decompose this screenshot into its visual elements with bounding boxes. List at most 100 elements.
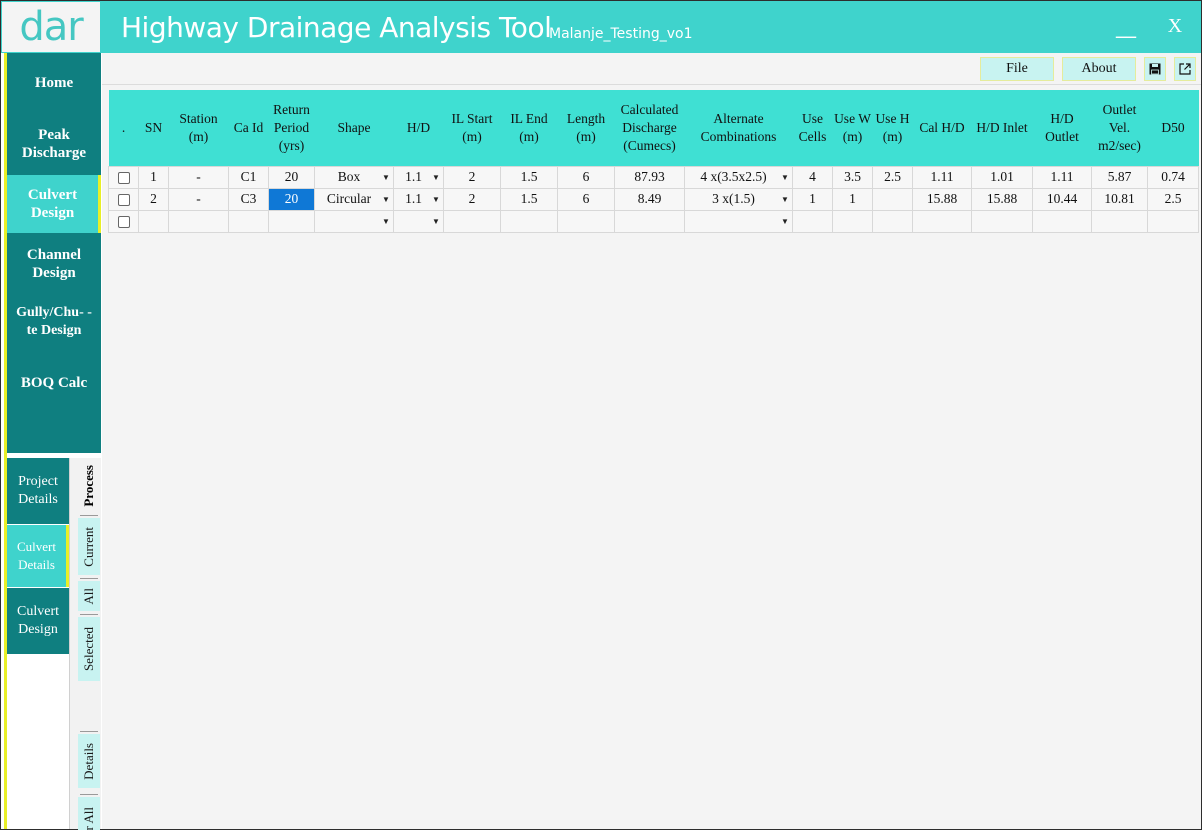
length-cell[interactable]: 6 <box>557 187 615 211</box>
il-start-cell[interactable]: 2 <box>443 165 501 189</box>
table-row[interactable]: 2 - C3 20 Circular ▼ 1.1 ▼ 2 1.5 6 8.49 3 … <box>108 187 1199 211</box>
col-header: Ca Id <box>228 90 269 166</box>
culvert-table: . SN Station (m) Ca Id Return Period (yr… <box>108 90 1199 233</box>
chevron-down-icon[interactable]: ▼ <box>381 217 391 226</box>
tab-clear-all[interactable]: Clear All <box>78 797 100 830</box>
nav-culvert-design[interactable]: Culvert Design <box>7 175 101 233</box>
hd-value: 1.1 <box>405 191 422 206</box>
sub-nav: Project Details Culvert Details Culvert … <box>7 458 69 654</box>
ca-id-cell[interactable]: C3 <box>228 187 269 211</box>
row-checkbox[interactable] <box>117 171 130 184</box>
discharge-cell <box>614 209 685 233</box>
nav-peak-discharge[interactable]: Peak Discharge <box>7 123 101 165</box>
hd-dropdown[interactable]: ▼ <box>393 209 444 233</box>
length-cell[interactable]: 6 <box>557 165 615 189</box>
hd-dropdown[interactable]: 1.1 ▼ <box>393 165 444 189</box>
use-cells-cell[interactable] <box>792 209 833 233</box>
tab-all-label: All <box>81 587 96 605</box>
chevron-down-icon[interactable]: ▼ <box>431 195 441 204</box>
station-cell[interactable]: - <box>168 165 229 189</box>
hd-inlet-cell <box>971 209 1033 233</box>
tab-separator <box>80 614 98 615</box>
col-header: Calculated Discharge (Cumecs) <box>614 90 685 166</box>
save-button[interactable] <box>1144 57 1166 81</box>
hd-inlet-cell: 15.88 <box>971 187 1033 211</box>
return-period-cell-selected[interactable]: 20 <box>268 187 315 211</box>
alt-value: 3 x(1.5) <box>712 191 755 206</box>
use-w-cell[interactable]: 1 <box>832 187 873 211</box>
sn-cell: 2 <box>138 187 169 211</box>
hd-dropdown[interactable]: 1.1 ▼ <box>393 187 444 211</box>
il-end-cell[interactable]: 1.5 <box>500 187 558 211</box>
use-w-cell[interactable]: 3.5 <box>832 165 873 189</box>
tab-separator <box>80 794 98 795</box>
il-end-cell[interactable] <box>500 209 558 233</box>
alt-combinations-dropdown[interactable]: ▼ <box>684 209 793 233</box>
col-header: H/D Outlet <box>1032 90 1092 166</box>
chevron-down-icon[interactable]: ▼ <box>780 173 790 182</box>
chevron-down-icon[interactable]: ▼ <box>381 195 391 204</box>
il-end-cell[interactable]: 1.5 <box>500 165 558 189</box>
chevron-down-icon[interactable]: ▼ <box>780 217 790 226</box>
shape-dropdown[interactable]: Circular ▼ <box>314 187 394 211</box>
station-cell[interactable]: - <box>168 187 229 211</box>
sub-nav-culvert-details[interactable]: Culvert Details <box>7 525 69 587</box>
nav-gully-chute-design[interactable]: Gully/Chu- -te Design <box>7 301 101 343</box>
alt-combinations-dropdown[interactable]: 4 x(3.5x2.5) ▼ <box>684 165 793 189</box>
popout-button[interactable] <box>1174 57 1196 81</box>
use-h-cell[interactable]: 2.5 <box>872 165 913 189</box>
ca-id-cell[interactable]: C1 <box>228 165 269 189</box>
table-row[interactable]: 1 - C1 20 Box ▼ 1.1 ▼ 2 1.5 6 87.93 4 x(3.… <box>108 165 1199 189</box>
sub-nav-project-details[interactable]: Project Details <box>7 458 69 524</box>
ca-id-cell[interactable] <box>228 209 269 233</box>
shape-dropdown[interactable]: Box ▼ <box>314 165 394 189</box>
chevron-down-icon[interactable]: ▼ <box>780 195 790 204</box>
file-button[interactable]: File <box>980 57 1054 81</box>
use-cells-cell[interactable]: 4 <box>792 165 833 189</box>
nav-home[interactable]: Home <box>7 65 101 101</box>
chevron-down-icon[interactable]: ▼ <box>431 217 441 226</box>
use-cells-cell[interactable]: 1 <box>792 187 833 211</box>
return-period-cell[interactable] <box>268 209 315 233</box>
culvert-grid: . SN Station (m) Ca Id Return Period (yr… <box>108 90 1199 814</box>
row-checkbox[interactable] <box>117 215 130 228</box>
sn-cell <box>138 209 169 233</box>
row-select-cell[interactable] <box>108 187 139 211</box>
return-period-cell[interactable]: 20 <box>268 165 315 189</box>
col-header: . <box>108 90 139 166</box>
chevron-down-icon[interactable]: ▼ <box>381 173 391 182</box>
station-cell[interactable] <box>168 209 229 233</box>
close-button[interactable]: X <box>1163 15 1187 41</box>
col-header: Use W (m) <box>832 90 873 166</box>
row-select-cell[interactable] <box>108 209 139 233</box>
row-checkbox[interactable] <box>117 193 130 206</box>
tab-selected[interactable]: Selected <box>78 617 100 681</box>
main-nav: Home Peak Discharge Culvert Design Chann… <box>7 53 101 453</box>
minimize-button[interactable]: __ <box>1115 16 1137 43</box>
table-row-new[interactable]: ▼ ▼ ▼ <box>108 209 1199 233</box>
alt-combinations-dropdown[interactable]: 3 x(1.5) ▼ <box>684 187 793 211</box>
col-header: Length (m) <box>557 90 615 166</box>
sub-nav-culvert-design[interactable]: Culvert Design <box>7 588 69 654</box>
nav-boq-calc[interactable]: BOQ Calc <box>7 369 101 397</box>
chevron-down-icon[interactable]: ▼ <box>431 173 441 182</box>
shape-dropdown[interactable]: ▼ <box>314 209 394 233</box>
col-header: Use H (m) <box>872 90 913 166</box>
hd-outlet-cell: 1.11 <box>1032 165 1092 189</box>
use-h-cell[interactable] <box>872 187 913 211</box>
il-start-cell[interactable]: 2 <box>443 187 501 211</box>
outlet-vel-cell <box>1091 209 1148 233</box>
row-select-cell[interactable] <box>108 165 139 189</box>
logo-text: dar <box>19 4 83 50</box>
tab-current[interactable]: Current <box>78 518 100 575</box>
use-h-cell[interactable] <box>872 209 913 233</box>
length-cell[interactable] <box>557 209 615 233</box>
tab-details[interactable]: Details <box>78 734 100 788</box>
about-button[interactable]: About <box>1062 57 1136 81</box>
tab-all[interactable]: All <box>78 581 100 611</box>
il-start-cell[interactable] <box>443 209 501 233</box>
use-w-cell[interactable] <box>832 209 873 233</box>
cal-hd-cell: 15.88 <box>912 187 972 211</box>
nav-channel-design[interactable]: Channel Design <box>7 243 101 285</box>
tab-process[interactable]: Process <box>78 460 100 512</box>
